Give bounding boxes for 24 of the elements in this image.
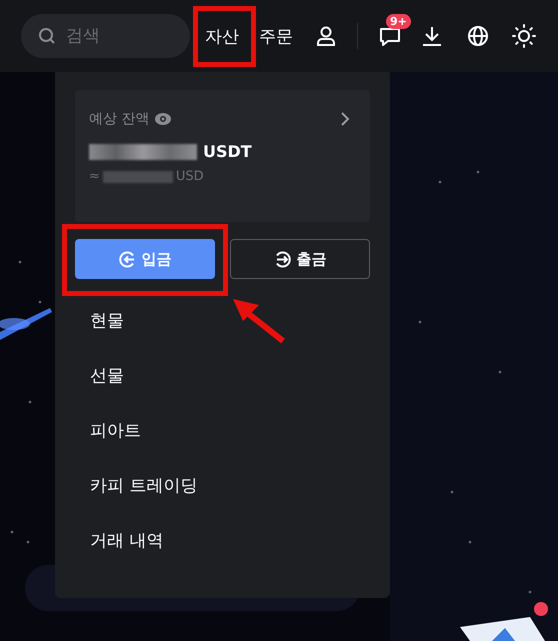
download-icon[interactable] [421, 25, 443, 47]
notification-badge: 9+ [386, 14, 411, 29]
search-field[interactable]: 검색 [21, 14, 190, 58]
menu-item[interactable]: 거래 내역 [90, 531, 370, 552]
user-icon[interactable] [315, 25, 337, 47]
balance-label: 예상 잔액 [89, 110, 150, 128]
withdraw-button[interactable]: 출금 [230, 239, 370, 279]
search-icon [38, 27, 56, 45]
arrow-out-circle-icon [274, 250, 290, 268]
menu-item[interactable]: 피아트 [90, 421, 370, 442]
menu-item[interactable]: 선물 [90, 366, 370, 387]
nav-link[interactable]: 주문 [259, 24, 293, 48]
redacted-amount [102, 170, 173, 182]
balance-currency: USDT [203, 142, 252, 161]
sun-icon[interactable] [512, 24, 536, 48]
approx-symbol: ≈ [89, 169, 100, 184]
eye-icon[interactable] [154, 112, 172, 126]
chevron-right-icon[interactable] [340, 112, 350, 126]
menu-item[interactable]: 현물 [90, 311, 370, 332]
approx-currency: USD [176, 169, 204, 184]
menu-item[interactable]: 카피 트레이딩 [90, 476, 370, 497]
arrow-in-circle-icon [118, 250, 136, 268]
globe-icon[interactable] [467, 25, 489, 47]
nav-link[interactable]: 자산 [205, 24, 239, 48]
